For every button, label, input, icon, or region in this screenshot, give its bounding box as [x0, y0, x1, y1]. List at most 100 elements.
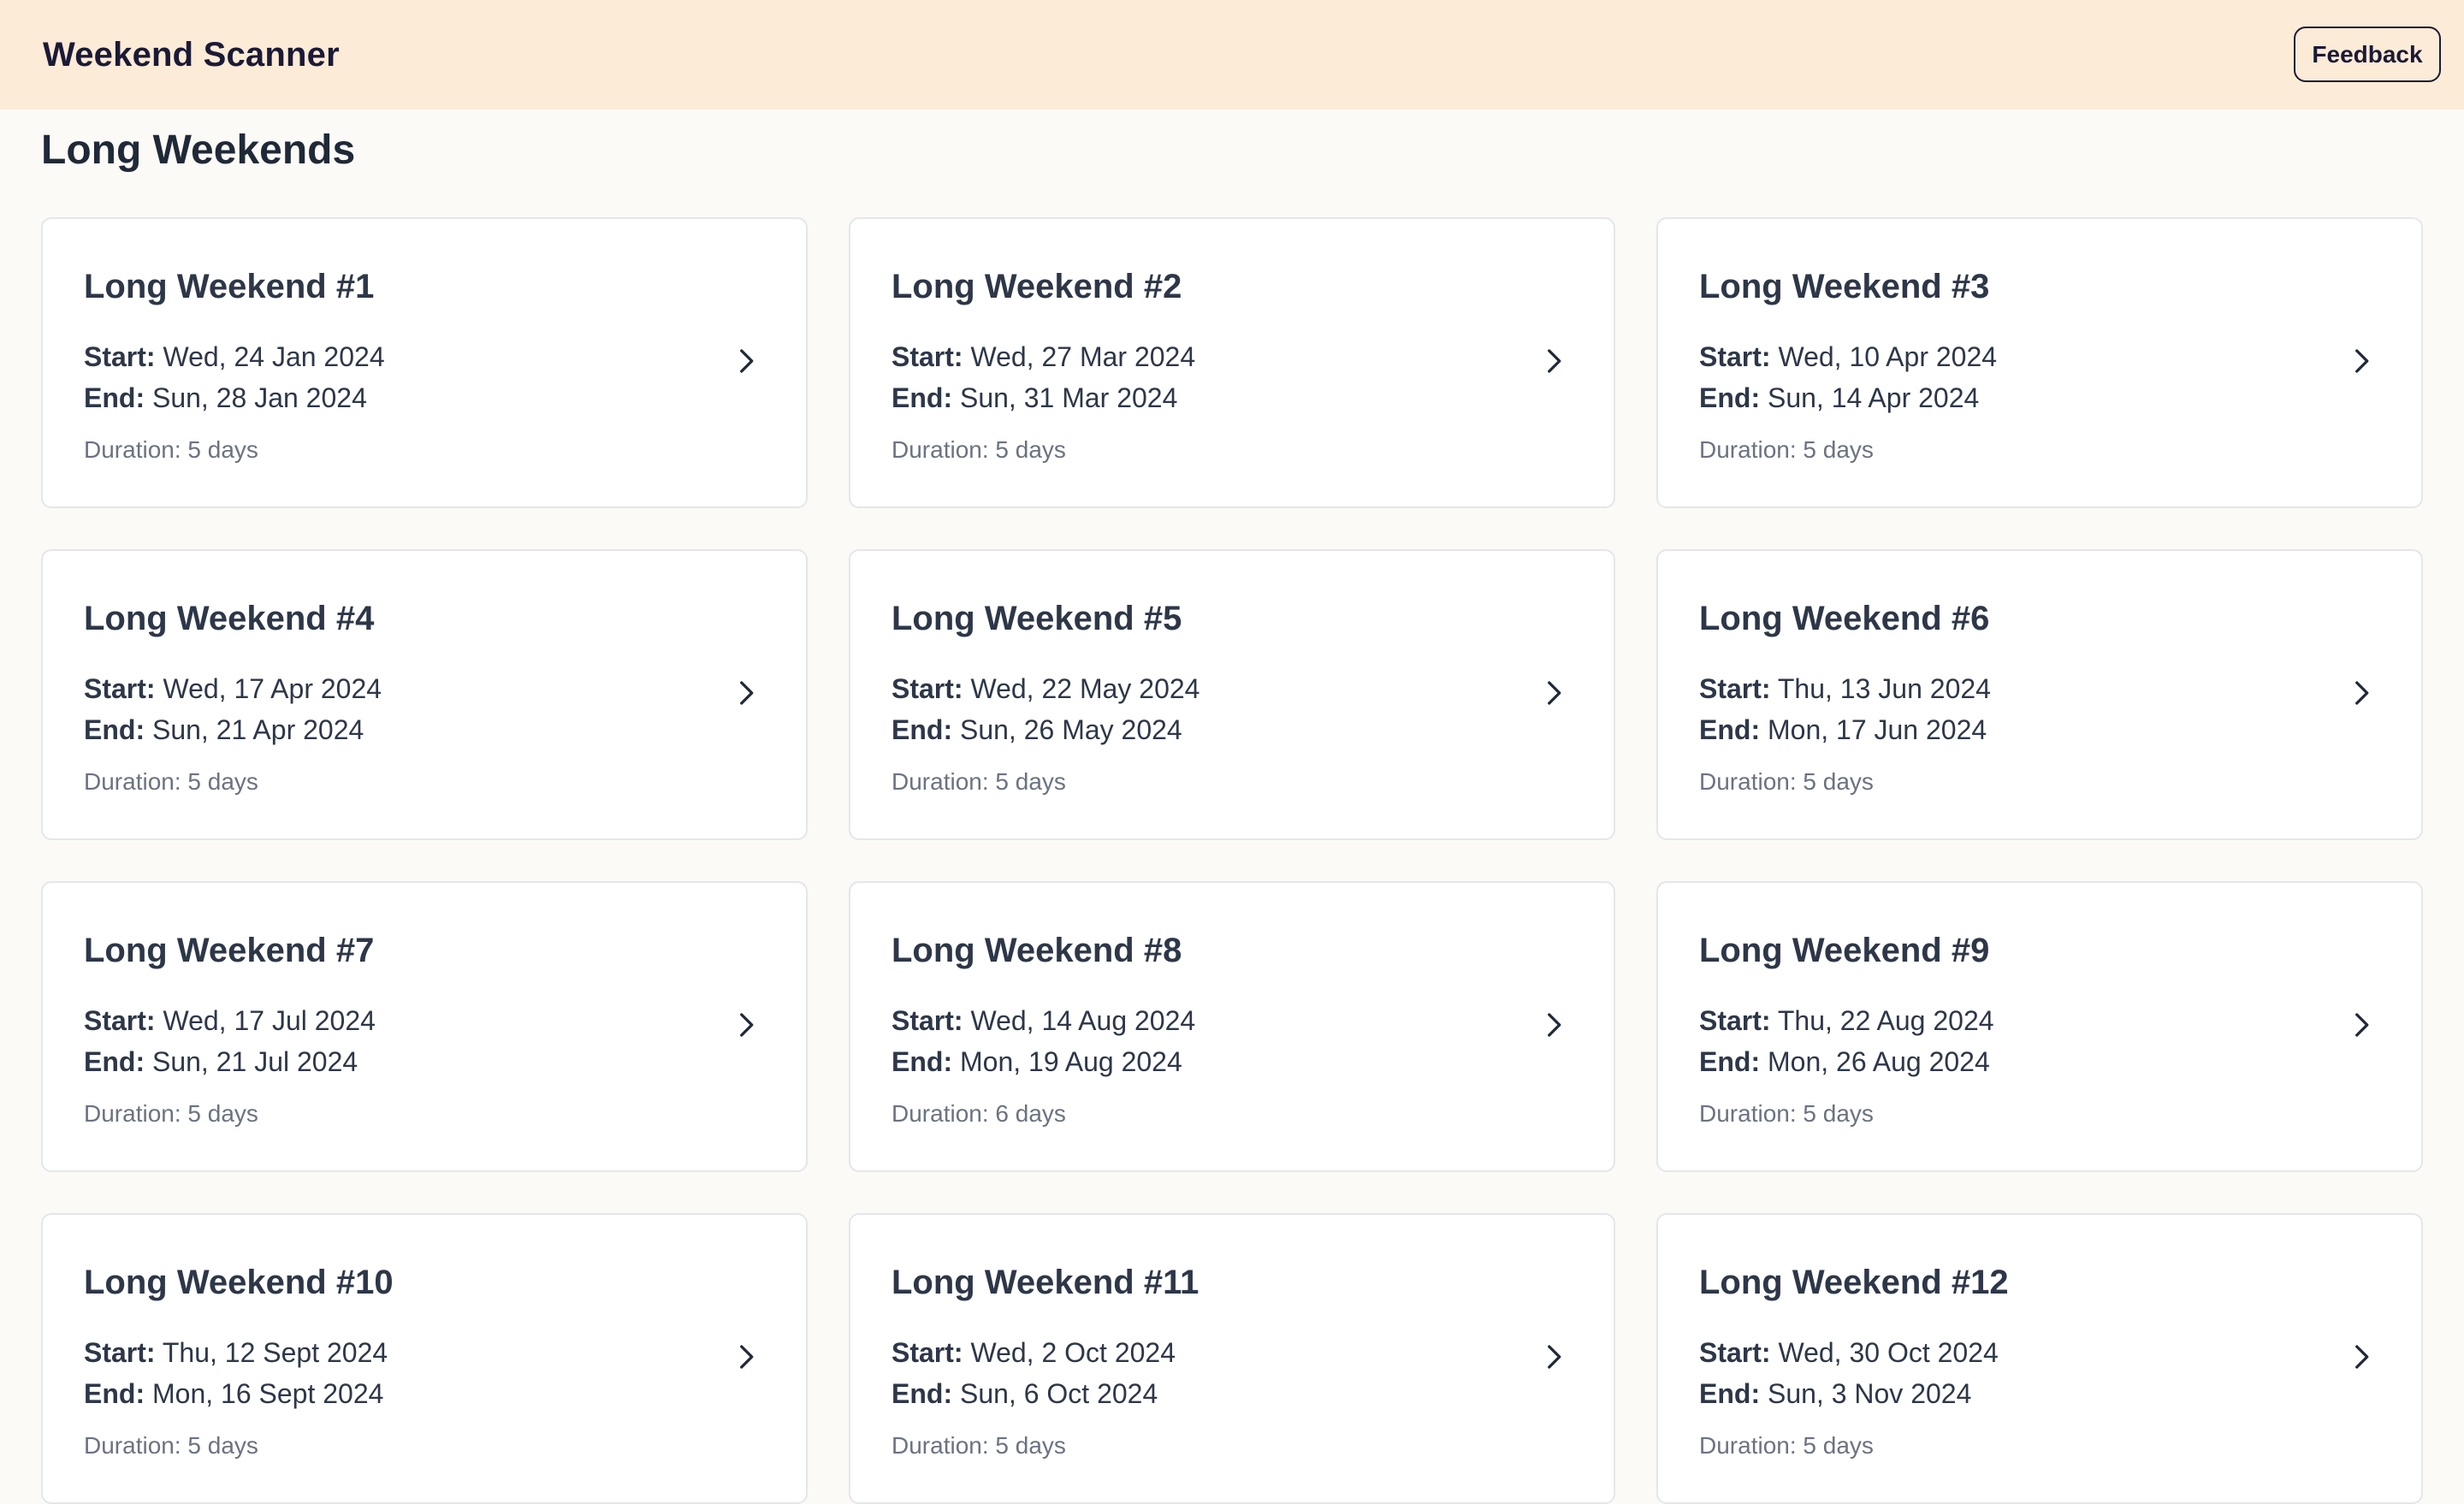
duration-label: Duration:: [891, 768, 989, 795]
chevron-right-icon[interactable]: [2346, 346, 2377, 376]
duration-value: 5 days: [995, 1432, 1066, 1459]
start-label: Start:: [84, 673, 156, 704]
end-label: End:: [84, 714, 145, 745]
end-date: End: Sun, 6 Oct 2024: [891, 1376, 1158, 1412]
start-date: Start: Thu, 13 Jun 2024: [1699, 671, 1991, 707]
duration: Duration: 5 days: [891, 435, 1066, 465]
start-date: Start: Wed, 2 Oct 2024: [891, 1335, 1176, 1371]
chevron-right-icon[interactable]: [1538, 678, 1569, 708]
duration-label: Duration:: [1699, 1100, 1797, 1127]
long-weekend-card[interactable]: Long Weekend #3 Start: Wed, 10 Apr 2024 …: [1656, 217, 2423, 508]
start-date: Start: Wed, 17 Apr 2024: [84, 671, 382, 707]
start-date: Start: Wed, 27 Mar 2024: [891, 339, 1195, 375]
end-date: End: Sun, 28 Jan 2024: [84, 380, 367, 416]
end-label: End:: [891, 714, 953, 745]
duration: Duration: 5 days: [84, 435, 258, 465]
long-weekend-card[interactable]: Long Weekend #12 Start: Wed, 30 Oct 2024…: [1656, 1213, 2423, 1504]
duration-label: Duration:: [84, 1432, 181, 1459]
end-date: End: Mon, 16 Sept 2024: [84, 1376, 383, 1412]
long-weekend-card[interactable]: Long Weekend #10 Start: Thu, 12 Sept 202…: [41, 1213, 808, 1504]
end-value: Mon, 16 Sept 2024: [151, 1378, 384, 1409]
app-title[interactable]: Weekend Scanner: [43, 33, 340, 77]
long-weekend-card[interactable]: Long Weekend #2 Start: Wed, 27 Mar 2024 …: [849, 217, 1615, 508]
end-label: End:: [891, 1046, 953, 1077]
start-value: Thu, 13 Jun 2024: [1777, 673, 1991, 704]
start-value: Wed, 27 Mar 2024: [970, 341, 1196, 372]
duration-value: 6 days: [995, 1100, 1066, 1127]
duration-label: Duration:: [1699, 768, 1797, 795]
duration-label: Duration:: [1699, 436, 1797, 463]
duration-value: 5 days: [187, 768, 258, 795]
start-value: Wed, 2 Oct 2024: [970, 1337, 1176, 1368]
end-date: End: Sun, 31 Mar 2024: [891, 380, 1177, 416]
feedback-button[interactable]: Feedback: [2294, 27, 2441, 82]
start-value: Wed, 17 Apr 2024: [163, 673, 382, 704]
long-weekend-grid: Long Weekend #1 Start: Wed, 24 Jan 2024 …: [41, 217, 2423, 1504]
end-date: End: Mon, 26 Aug 2024: [1699, 1044, 1990, 1080]
card-title: Long Weekend #7: [84, 932, 375, 969]
card-title: Long Weekend #9: [1699, 932, 1990, 969]
duration: Duration: 6 days: [891, 1098, 1066, 1129]
chevron-right-icon[interactable]: [2346, 1341, 2377, 1372]
chevron-right-icon[interactable]: [1538, 1010, 1569, 1040]
long-weekend-card[interactable]: Long Weekend #5 Start: Wed, 22 May 2024 …: [849, 549, 1615, 840]
card-title: Long Weekend #12: [1699, 1264, 2009, 1301]
end-label: End:: [1699, 1046, 1761, 1077]
card-title: Long Weekend #5: [891, 600, 1182, 637]
chevron-right-icon[interactable]: [1538, 346, 1569, 376]
end-value: Mon, 19 Aug 2024: [959, 1046, 1182, 1077]
start-value: Wed, 30 Oct 2024: [1778, 1337, 1999, 1368]
end-label: End:: [1699, 714, 1761, 745]
end-value: Sun, 28 Jan 2024: [151, 382, 367, 413]
long-weekend-card[interactable]: Long Weekend #8 Start: Wed, 14 Aug 2024 …: [849, 881, 1615, 1172]
duration-label: Duration:: [84, 436, 181, 463]
card-title: Long Weekend #1: [84, 268, 375, 305]
duration: Duration: 5 days: [84, 1430, 258, 1461]
card-title: Long Weekend #3: [1699, 268, 1990, 305]
start-label: Start:: [891, 341, 963, 372]
long-weekend-card[interactable]: Long Weekend #9 Start: Thu, 22 Aug 2024 …: [1656, 881, 2423, 1172]
duration-value: 5 days: [1803, 436, 1874, 463]
chevron-right-icon[interactable]: [2346, 678, 2377, 708]
end-value: Sun, 6 Oct 2024: [959, 1378, 1158, 1409]
end-date: End: Sun, 14 Apr 2024: [1699, 380, 1979, 416]
long-weekend-card[interactable]: Long Weekend #1 Start: Wed, 24 Jan 2024 …: [41, 217, 808, 508]
duration-label: Duration:: [84, 768, 181, 795]
long-weekend-card[interactable]: Long Weekend #7 Start: Wed, 17 Jul 2024 …: [41, 881, 808, 1172]
end-label: End:: [1699, 382, 1761, 413]
end-label: End:: [84, 382, 145, 413]
end-label: End:: [84, 1378, 145, 1409]
duration-value: 5 days: [995, 436, 1066, 463]
start-date: Start: Wed, 24 Jan 2024: [84, 339, 385, 375]
chevron-right-icon[interactable]: [1538, 1341, 1569, 1372]
chevron-right-icon[interactable]: [731, 1341, 761, 1372]
start-label: Start:: [891, 673, 963, 704]
duration-value: 5 days: [1803, 1100, 1874, 1127]
card-title: Long Weekend #2: [891, 268, 1182, 305]
duration-value: 5 days: [1803, 1432, 1874, 1459]
duration: Duration: 5 days: [891, 767, 1066, 797]
card-title: Long Weekend #4: [84, 600, 375, 637]
long-weekend-card[interactable]: Long Weekend #6 Start: Thu, 13 Jun 2024 …: [1656, 549, 2423, 840]
end-value: Sun, 26 May 2024: [959, 714, 1182, 745]
duration: Duration: 5 days: [1699, 767, 1874, 797]
duration-label: Duration:: [84, 1100, 181, 1127]
chevron-right-icon[interactable]: [731, 678, 761, 708]
start-value: Wed, 10 Apr 2024: [1778, 341, 1998, 372]
start-value: Wed, 24 Jan 2024: [163, 341, 385, 372]
chevron-right-icon[interactable]: [731, 1010, 761, 1040]
long-weekend-card[interactable]: Long Weekend #4 Start: Wed, 17 Apr 2024 …: [41, 549, 808, 840]
duration-label: Duration:: [891, 1100, 989, 1127]
duration-label: Duration:: [891, 1432, 989, 1459]
end-value: Sun, 21 Apr 2024: [151, 714, 364, 745]
duration-value: 5 days: [187, 1100, 258, 1127]
start-date: Start: Wed, 30 Oct 2024: [1699, 1335, 1999, 1371]
chevron-right-icon[interactable]: [731, 346, 761, 376]
chevron-right-icon[interactable]: [2346, 1010, 2377, 1040]
end-value: Sun, 21 Jul 2024: [151, 1046, 358, 1077]
long-weekend-card[interactable]: Long Weekend #11 Start: Wed, 2 Oct 2024 …: [849, 1213, 1615, 1504]
end-label: End:: [891, 382, 953, 413]
start-value: Wed, 17 Jul 2024: [163, 1005, 376, 1036]
start-date: Start: Wed, 10 Apr 2024: [1699, 339, 1997, 375]
end-date: End: Mon, 17 Jun 2024: [1699, 712, 1987, 748]
